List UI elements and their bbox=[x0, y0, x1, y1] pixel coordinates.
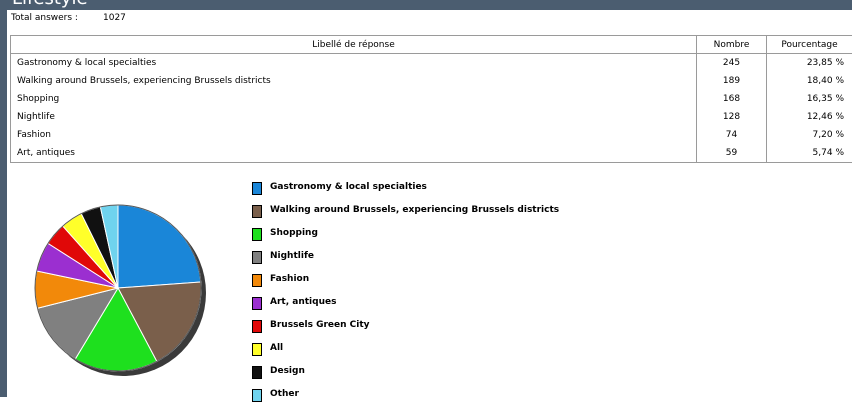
row-label: Nightlife bbox=[11, 108, 697, 126]
table-row: Walking around Brussels, experiencing Br… bbox=[11, 72, 852, 90]
legend-swatch bbox=[252, 182, 262, 195]
results-table: Libellé de réponse Nombre Pourcentage Ga… bbox=[10, 35, 852, 163]
legend-swatch bbox=[252, 343, 262, 356]
total-answers-value: 1027 bbox=[103, 13, 126, 23]
row-percent: 12,46 % bbox=[767, 108, 852, 126]
legend-label: All bbox=[270, 343, 283, 353]
page-title: Lifestyle bbox=[12, 0, 88, 9]
row-percent: 23,85 % bbox=[767, 54, 852, 73]
row-count: 168 bbox=[697, 90, 767, 108]
row-percent: 7,20 % bbox=[767, 126, 852, 144]
table-row: Nightlife 128 12,46 % bbox=[11, 108, 852, 126]
row-label: Art, antiques bbox=[11, 144, 697, 163]
legend-swatch bbox=[252, 389, 262, 402]
row-label: Shopping bbox=[11, 90, 697, 108]
legend-label: Shopping bbox=[270, 228, 318, 238]
legend-swatch bbox=[252, 366, 262, 379]
row-count: 245 bbox=[697, 54, 767, 73]
legend-swatch bbox=[252, 320, 262, 333]
pie-slice bbox=[118, 205, 201, 288]
total-answers-label: Total answers : bbox=[11, 13, 103, 23]
row-count: 59 bbox=[697, 144, 767, 163]
legend-label: Gastronomy & local specialties bbox=[270, 182, 427, 192]
legend-swatch bbox=[252, 297, 262, 310]
legend-swatch bbox=[252, 228, 262, 241]
row-percent: 18,40 % bbox=[767, 72, 852, 90]
legend-label: Other bbox=[270, 389, 299, 399]
pie-chart-svg bbox=[30, 200, 220, 390]
table-row: Art, antiques 59 5,74 % bbox=[11, 144, 852, 163]
row-percent: 5,74 % bbox=[767, 144, 852, 163]
legend-label: Nightlife bbox=[270, 251, 314, 261]
pie-chart bbox=[30, 200, 220, 390]
total-answers: Total answers :1027 bbox=[11, 13, 126, 23]
table-row: Shopping 168 16,35 % bbox=[11, 90, 852, 108]
header-count: Nombre bbox=[697, 36, 767, 54]
row-label: Fashion bbox=[11, 126, 697, 144]
window-frame-left bbox=[0, 0, 7, 397]
legend-swatch bbox=[252, 274, 262, 287]
table-row: Gastronomy & local specialties 245 23,85… bbox=[11, 54, 852, 73]
row-count: 189 bbox=[697, 72, 767, 90]
header-percent: Pourcentage bbox=[767, 36, 852, 54]
row-label: Walking around Brussels, experiencing Br… bbox=[11, 72, 697, 90]
header-label: Libellé de réponse bbox=[11, 36, 697, 54]
legend-label: Brussels Green City bbox=[270, 320, 370, 330]
row-percent: 16,35 % bbox=[767, 90, 852, 108]
row-count: 74 bbox=[697, 126, 767, 144]
title-bar: Lifestyle bbox=[0, 0, 852, 10]
row-count: 128 bbox=[697, 108, 767, 126]
row-label: Gastronomy & local specialties bbox=[11, 54, 697, 73]
legend-swatch bbox=[252, 251, 262, 264]
legend-label: Design bbox=[270, 366, 305, 376]
table-header-row: Libellé de réponse Nombre Pourcentage bbox=[11, 36, 852, 54]
table-row: Fashion 74 7,20 % bbox=[11, 126, 852, 144]
legend-label: Fashion bbox=[270, 274, 309, 284]
legend-label: Walking around Brussels, experiencing Br… bbox=[270, 205, 559, 215]
legend-swatch bbox=[252, 205, 262, 218]
legend-label: Art, antiques bbox=[270, 297, 336, 307]
